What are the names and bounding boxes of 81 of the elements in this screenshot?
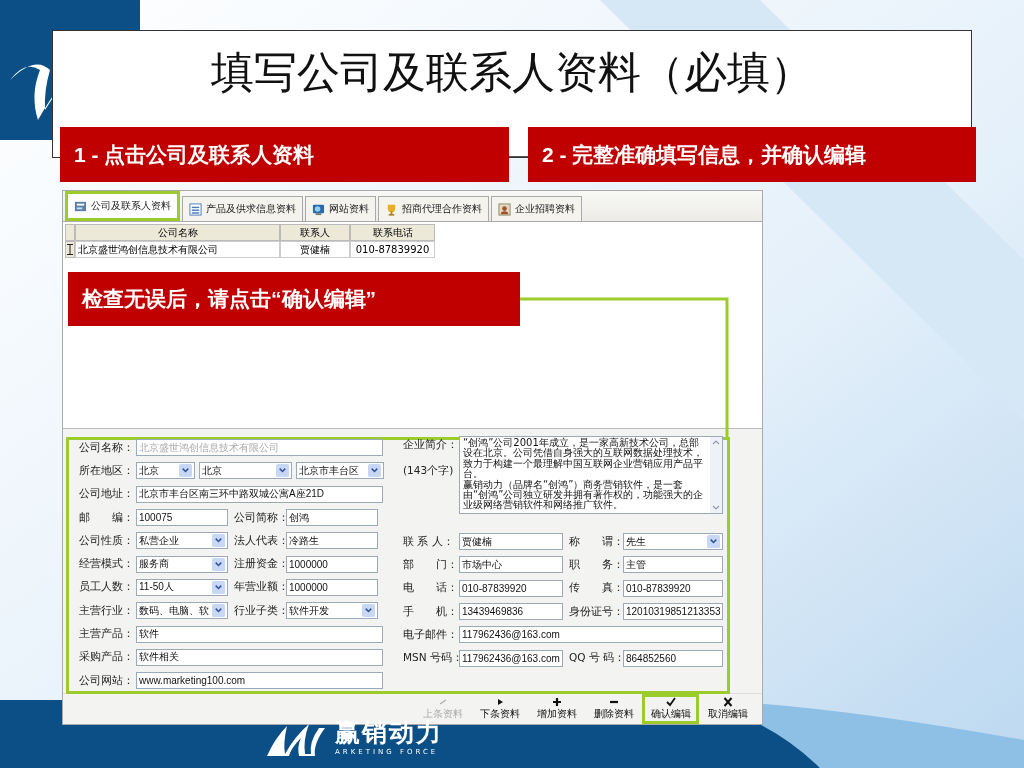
slide-title: 填写公司及联系人资料（必填） [211,48,813,98]
dropdown[interactable]: 北京 [199,462,292,480]
input-field[interactable]: 1000000 [286,555,378,573]
field-label: MSN 号码： [403,651,459,666]
input-field[interactable]: 软件 [136,625,383,643]
dropdown[interactable]: 服务商 [136,555,228,573]
input-field[interactable]: 13439469836 [459,603,563,621]
field-label: 称 谓： [568,534,623,549]
field-label: 公司地址： [79,487,135,502]
paragraph: “创鸿”公司2001年成立，是一家高新技术公司，总部设在北京。公司凭借自身强大的互联网数据处理技术，致力于构建一个最理解中国互联网企业营销应用产品平台。 [463,438,704,480]
toolbar-button[interactable]: 取消编辑 [699,694,756,724]
field-label: 公司网站： [79,673,135,688]
input-field[interactable]: 主管 [623,556,723,574]
column-header: 联系电话 [350,224,435,241]
input-field[interactable]: 创鸿 [286,509,378,527]
table-cell: 010-87839920 [350,241,435,258]
input-field[interactable]: 1000000 [286,578,378,596]
field-label: 电 话： [403,581,459,596]
dropdown[interactable]: 数码、电脑、软 [136,602,228,620]
callout-banner: 检查无误后，请点击“确认编辑” [68,272,520,326]
field-label: 主营产品： [79,627,135,641]
toolbar-button[interactable]: 增加资料 [528,694,585,724]
input-field[interactable]: 100075 [136,509,228,527]
input-field[interactable]: 北京市丰台区南三环中路双城公寓A座21D [136,485,383,503]
field-label: 邮 编： [79,510,135,525]
field-label: 注册资金： [233,557,286,572]
input-field[interactable]: 864852560 [623,649,723,667]
field-label: QQ 号 码： [568,651,623,666]
dropdown[interactable]: 软件开发 [286,602,378,620]
field-label: 法人代表： [233,533,286,548]
field-label: 公司名称： [79,440,135,455]
dropdown[interactable]: 北京市丰台区 [296,462,384,480]
field-label: 联 系 人： [403,534,455,549]
input-field[interactable]: 117962436@163.com [459,626,723,644]
column-header: 公司名称 [75,224,280,241]
field-label: 行业子类： [233,603,286,618]
dropdown[interactable]: 先生 [623,533,723,551]
field-label: 部 门： [403,557,459,572]
input-field[interactable]: www.marketing100.com [136,672,383,690]
field-label: 主营行业： [79,603,135,618]
field-label: 公司简称： [233,510,286,525]
brand-name: 赢销动力 [335,718,443,748]
field-label: 采购产品： [79,650,135,665]
input-field[interactable]: 12010319851213353 [623,603,723,621]
field-label: 身份证号： [568,604,623,619]
text-area[interactable]: “创鸿”公司2001年成立，是一家高新技术公司，总部设在北京。公司凭借自身强大的互联网数据处理技术，致力于构建一个最理解中国互联网企业营销应用产品平台。 赢销动力（品牌名“创鸿”）商务营销软件，是一套由“创鸿”公司独立研发并拥有著作权的，功能强大的企业级网络营销软件和网络推广软件。 [459,436,723,514]
input-field[interactable]: 贾健楠 [459,533,563,551]
column-header: 联系人 [280,224,350,241]
tab[interactable]: 公司及联系人资料 [65,191,180,221]
field-label: 员工人数： [79,580,135,595]
dropdown[interactable]: 北京 [136,462,195,480]
input-field[interactable]: 117962436@163.com [459,649,563,667]
field-label: 经营模式： [79,557,135,572]
field-label: 年营业额： [233,580,286,595]
input-field[interactable]: 010-87839920 [459,579,563,597]
tab[interactable]: 企业招聘资料 [491,196,582,221]
field-label: 电子邮件： [403,627,459,642]
toolbar-button[interactable]: 删除资料 [585,694,642,724]
callout-banner: 2 - 完整准确填写信息，并确认编辑 [528,127,976,182]
tab[interactable]: 产品及供求信息资料 [182,196,303,221]
tab[interactable]: 招商代理合作资料 [378,196,489,221]
field-label: 所在地区： [79,463,135,478]
toolbar-button[interactable]: 确认编辑 [642,694,699,724]
character-count: (143个字) [403,464,455,478]
input-field[interactable]: 软件相关 [136,648,383,666]
input-field[interactable]: 市场中心 [459,556,563,574]
tab[interactable]: 网站资料 [305,196,376,221]
field-label: 手 机： [403,604,459,619]
input-field[interactable]: 冷路生 [286,532,378,550]
field-label: 传 真： [568,581,623,596]
table-cell: 贾健楠 [280,241,350,258]
callout-banner: 1 - 点击公司及联系人资料 [60,127,509,182]
paragraph: 赢销动力（品牌名“创鸿”）商务营销软件，是一套由“创鸿”公司独立研发并拥有著作权的，功能强大的企业级网络营销软件和网络推广软件。 [463,479,705,511]
table-cell: 北京盛世鸿创信息技术有限公司 [75,241,280,258]
toolbar-button[interactable]: 下条资料 [471,694,528,724]
dropdown[interactable]: 11-50人 [136,578,228,596]
input-field[interactable]: 010-87839920 [623,579,723,597]
field-label: 企业简介： [403,438,459,452]
field-label: 职 务： [568,557,623,572]
dropdown[interactable]: 私营企业 [136,532,228,550]
field-label: 公司性质： [79,533,135,548]
